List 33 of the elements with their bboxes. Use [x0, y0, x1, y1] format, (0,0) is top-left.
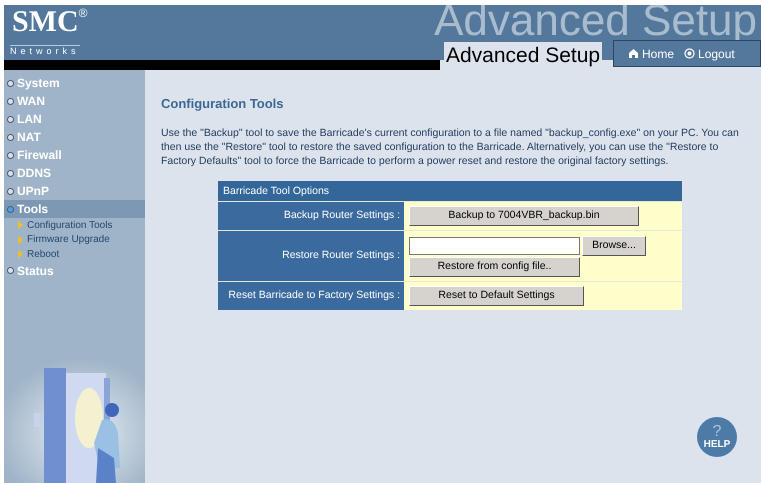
- row-label: Reset Barricade to Factory Settings :: [218, 282, 404, 310]
- bullet-icon: [7, 134, 14, 140]
- submenu-item[interactable]: Configuration Tools: [4, 218, 145, 232]
- table-header: Barricade Tool Options: [218, 181, 682, 201]
- sidebar-item[interactable]: Tools: [4, 200, 145, 218]
- bullet-icon: [7, 152, 14, 158]
- bullet-icon: [7, 188, 14, 194]
- banner-text: Advanced Setup: [434, 0, 757, 43]
- nav-link[interactable]: Logout: [684, 44, 735, 62]
- description-text: Use the "Backup" tool to save the Barricade's current configuration to a file named "backup_config.exe" on your PC. You can then use the "Restore" tool to restore the saved configuration to the Barricade. Alternatively, you can use the "Restore to Factory Defaults" tool to force the Barricade to perform a power reset and restore the original factory settings.: [161, 126, 740, 168]
- bullet-icon: [7, 116, 14, 122]
- trademark-mark: ®: [78, 7, 88, 19]
- bullet-icon: [7, 80, 14, 86]
- help-button[interactable]: ? HELP: [697, 417, 737, 457]
- bullet-icon: [7, 267, 14, 274]
- nav-link[interactable]: Home: [628, 44, 674, 62]
- logo: SMC: [12, 7, 79, 37]
- action-button[interactable]: Reset to Default Settings: [409, 286, 584, 306]
- row-label: Backup Router Settings :: [218, 202, 404, 230]
- power-icon: [684, 48, 696, 59]
- house-icon: [628, 48, 639, 59]
- submenu-item[interactable]: Firmware Upgrade: [4, 232, 145, 247]
- submenu-item[interactable]: Reboot: [4, 247, 145, 262]
- section-title: Configuration Tools: [161, 96, 285, 112]
- logo-subtitle: Networks: [10, 45, 80, 56]
- restore-button[interactable]: Restore from config file..: [409, 256, 580, 276]
- file-path-field[interactable]: [409, 236, 580, 254]
- action-button[interactable]: Backup to 7004VBR_backup.bin: [409, 206, 639, 226]
- browse-button[interactable]: Browse...: [582, 236, 646, 256]
- bullet-icon: [7, 170, 14, 176]
- bullet-icon: [7, 206, 14, 212]
- row-label: Restore Router Settings :: [218, 231, 404, 281]
- bullet-icon: [7, 98, 14, 104]
